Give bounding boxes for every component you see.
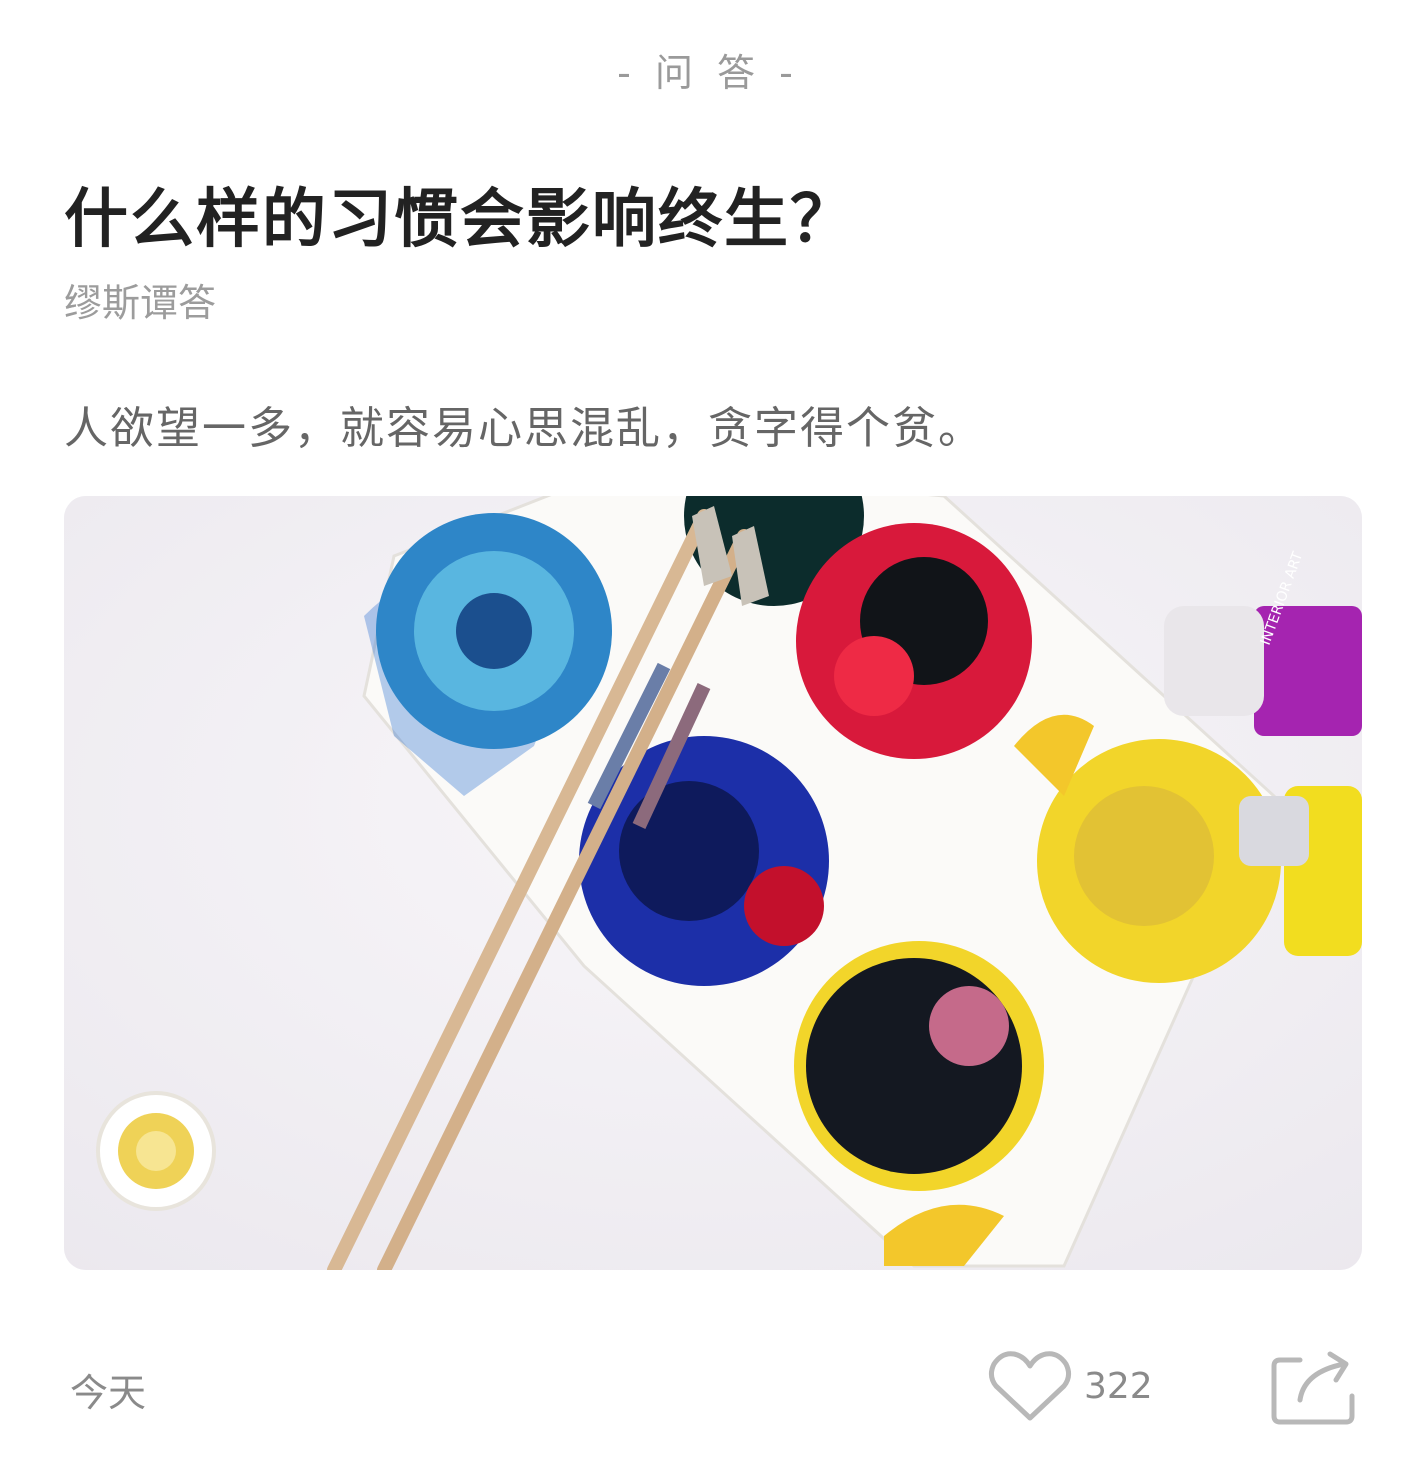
heart-icon bbox=[988, 1351, 1072, 1421]
publish-date: 今天 bbox=[70, 1371, 147, 1415]
article-title[interactable]: 什么样的习惯会影响终生？ bbox=[64, 168, 856, 260]
share-icon bbox=[1271, 1351, 1355, 1425]
section-label: - 问 答 - bbox=[617, 51, 799, 95]
like-button[interactable]: 322 bbox=[988, 1346, 1153, 1426]
article-cover-image[interactable]: INTERIOR ART bbox=[64, 496, 1362, 1270]
like-count: 322 bbox=[1084, 1365, 1153, 1407]
article-excerpt[interactable]: 人欲望一多，就容易心思混乱，贪字得个贫。 bbox=[64, 392, 984, 456]
article-author[interactable]: 缪斯谭答 bbox=[64, 272, 216, 327]
watercolor-palette-image: INTERIOR ART bbox=[64, 496, 1362, 1270]
share-button[interactable] bbox=[1270, 1350, 1356, 1426]
